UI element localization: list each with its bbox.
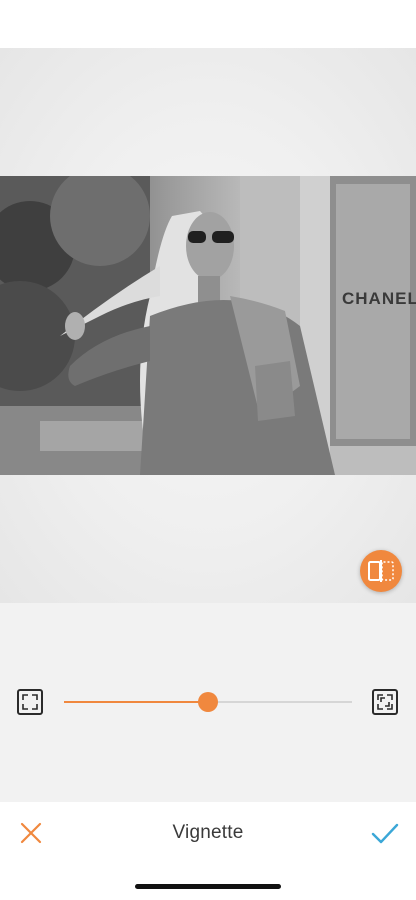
check-icon bbox=[371, 823, 399, 844]
frame-corners-icon bbox=[22, 694, 38, 710]
frame-corners-icon-min bbox=[17, 689, 43, 715]
vignette-slider[interactable] bbox=[64, 692, 352, 712]
photo-canvas: CHANEL bbox=[0, 48, 416, 603]
photo-illustration: CHANEL bbox=[0, 176, 416, 475]
store-sign-text: CHANEL bbox=[342, 289, 416, 308]
bottom-toolbar: Vignette bbox=[0, 802, 416, 900]
tool-title: Vignette bbox=[172, 822, 244, 843]
status-bar bbox=[0, 0, 416, 48]
slider-fill bbox=[64, 701, 208, 703]
compare-icon bbox=[368, 560, 394, 582]
frame-corners-icon-max bbox=[372, 689, 398, 715]
home-indicator bbox=[135, 884, 281, 889]
frame-corners-icon bbox=[377, 694, 393, 710]
confirm-button[interactable] bbox=[368, 816, 402, 850]
adjustment-panel bbox=[0, 603, 416, 802]
compare-button[interactable] bbox=[360, 550, 402, 592]
slider-thumb[interactable] bbox=[198, 692, 218, 712]
photo-preview: CHANEL bbox=[0, 176, 416, 475]
